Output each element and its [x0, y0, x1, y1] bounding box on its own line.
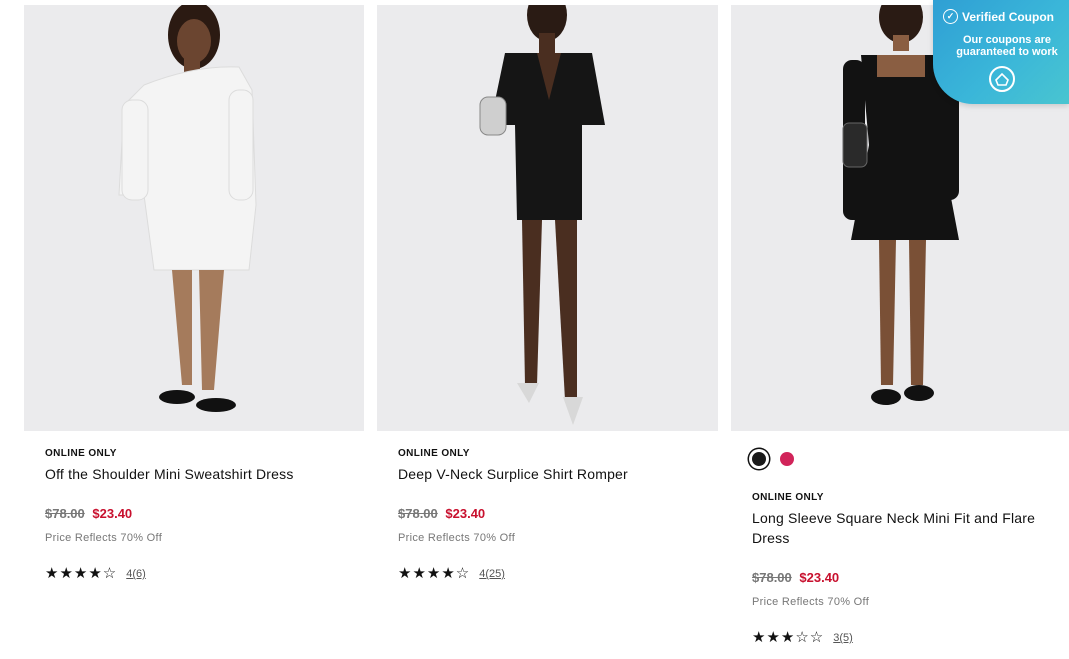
rating-row: ★★★★☆ 4(25) — [398, 565, 708, 582]
original-price: $78.00 — [398, 506, 438, 521]
price-row: $78.00 $23.40 — [752, 570, 1059, 585]
star-rating-icon: ★★★★☆ — [45, 565, 118, 582]
color-swatch-pink[interactable] — [780, 452, 794, 466]
online-only-badge: ONLINE ONLY — [45, 448, 117, 459]
coupon-logo-icon — [989, 66, 1015, 92]
review-count-link[interactable]: 4(6) — [126, 568, 146, 580]
original-price: $78.00 — [752, 570, 792, 585]
price-note: Price Reflects 70% Off — [45, 532, 163, 544]
product-info: ONLINE ONLY Deep V-Neck Surplice Shirt R… — [398, 448, 708, 581]
review-count-link[interactable]: 3(5) — [833, 632, 853, 644]
check-circle-icon: ✓ — [943, 9, 958, 24]
color-swatch-black[interactable] — [752, 452, 766, 466]
sale-price: $23.40 — [92, 506, 133, 521]
star-rating-icon: ★★★☆☆ — [752, 629, 825, 646]
product-title[interactable]: Off the Shoulder Mini Sweatshirt Dress — [45, 464, 354, 484]
online-only-badge: ONLINE ONLY — [398, 448, 470, 459]
product-info: ONLINE ONLY Long Sleeve Square Neck Mini… — [752, 452, 1059, 645]
price-row: $78.00 $23.40 — [398, 506, 708, 521]
product-title[interactable]: Deep V-Neck Surplice Shirt Romper — [398, 464, 708, 484]
online-only-badge: ONLINE ONLY — [752, 492, 824, 503]
coupon-subtitle: Our coupons are guaranteed to work — [956, 34, 1058, 58]
coupon-title: Verified Coupon — [962, 9, 1055, 24]
product-image[interactable] — [24, 5, 364, 431]
sale-price: $23.40 — [799, 570, 840, 585]
color-swatches — [752, 452, 1059, 466]
sale-price: $23.40 — [445, 506, 486, 521]
rating-row: ★★★☆☆ 3(5) — [752, 629, 1059, 646]
price-note: Price Reflects 70% Off — [398, 532, 516, 544]
price-note: Price Reflects 70% Off — [752, 596, 870, 608]
coupon-header: ✓ Verified Coupon — [943, 9, 1054, 24]
product-image[interactable] — [377, 5, 718, 431]
original-price: $78.00 — [45, 506, 85, 521]
product-grid: ONLINE ONLY Off the Shoulder Mini Sweats… — [0, 0, 1069, 659]
rating-row: ★★★★☆ 4(6) — [45, 565, 354, 582]
star-rating-icon: ★★★★☆ — [398, 565, 471, 582]
verified-coupon-widget[interactable]: ✓ Verified Coupon Our coupons are guaran… — [933, 0, 1069, 104]
model-illustration — [479, 5, 605, 425]
price-row: $78.00 $23.40 — [45, 506, 354, 521]
product-info: ONLINE ONLY Off the Shoulder Mini Sweats… — [45, 448, 354, 581]
model-illustration — [118, 5, 257, 412]
review-count-link[interactable]: 4(25) — [479, 568, 505, 580]
product-title[interactable]: Long Sleeve Square Neck Mini Fit and Fla… — [752, 508, 1059, 548]
